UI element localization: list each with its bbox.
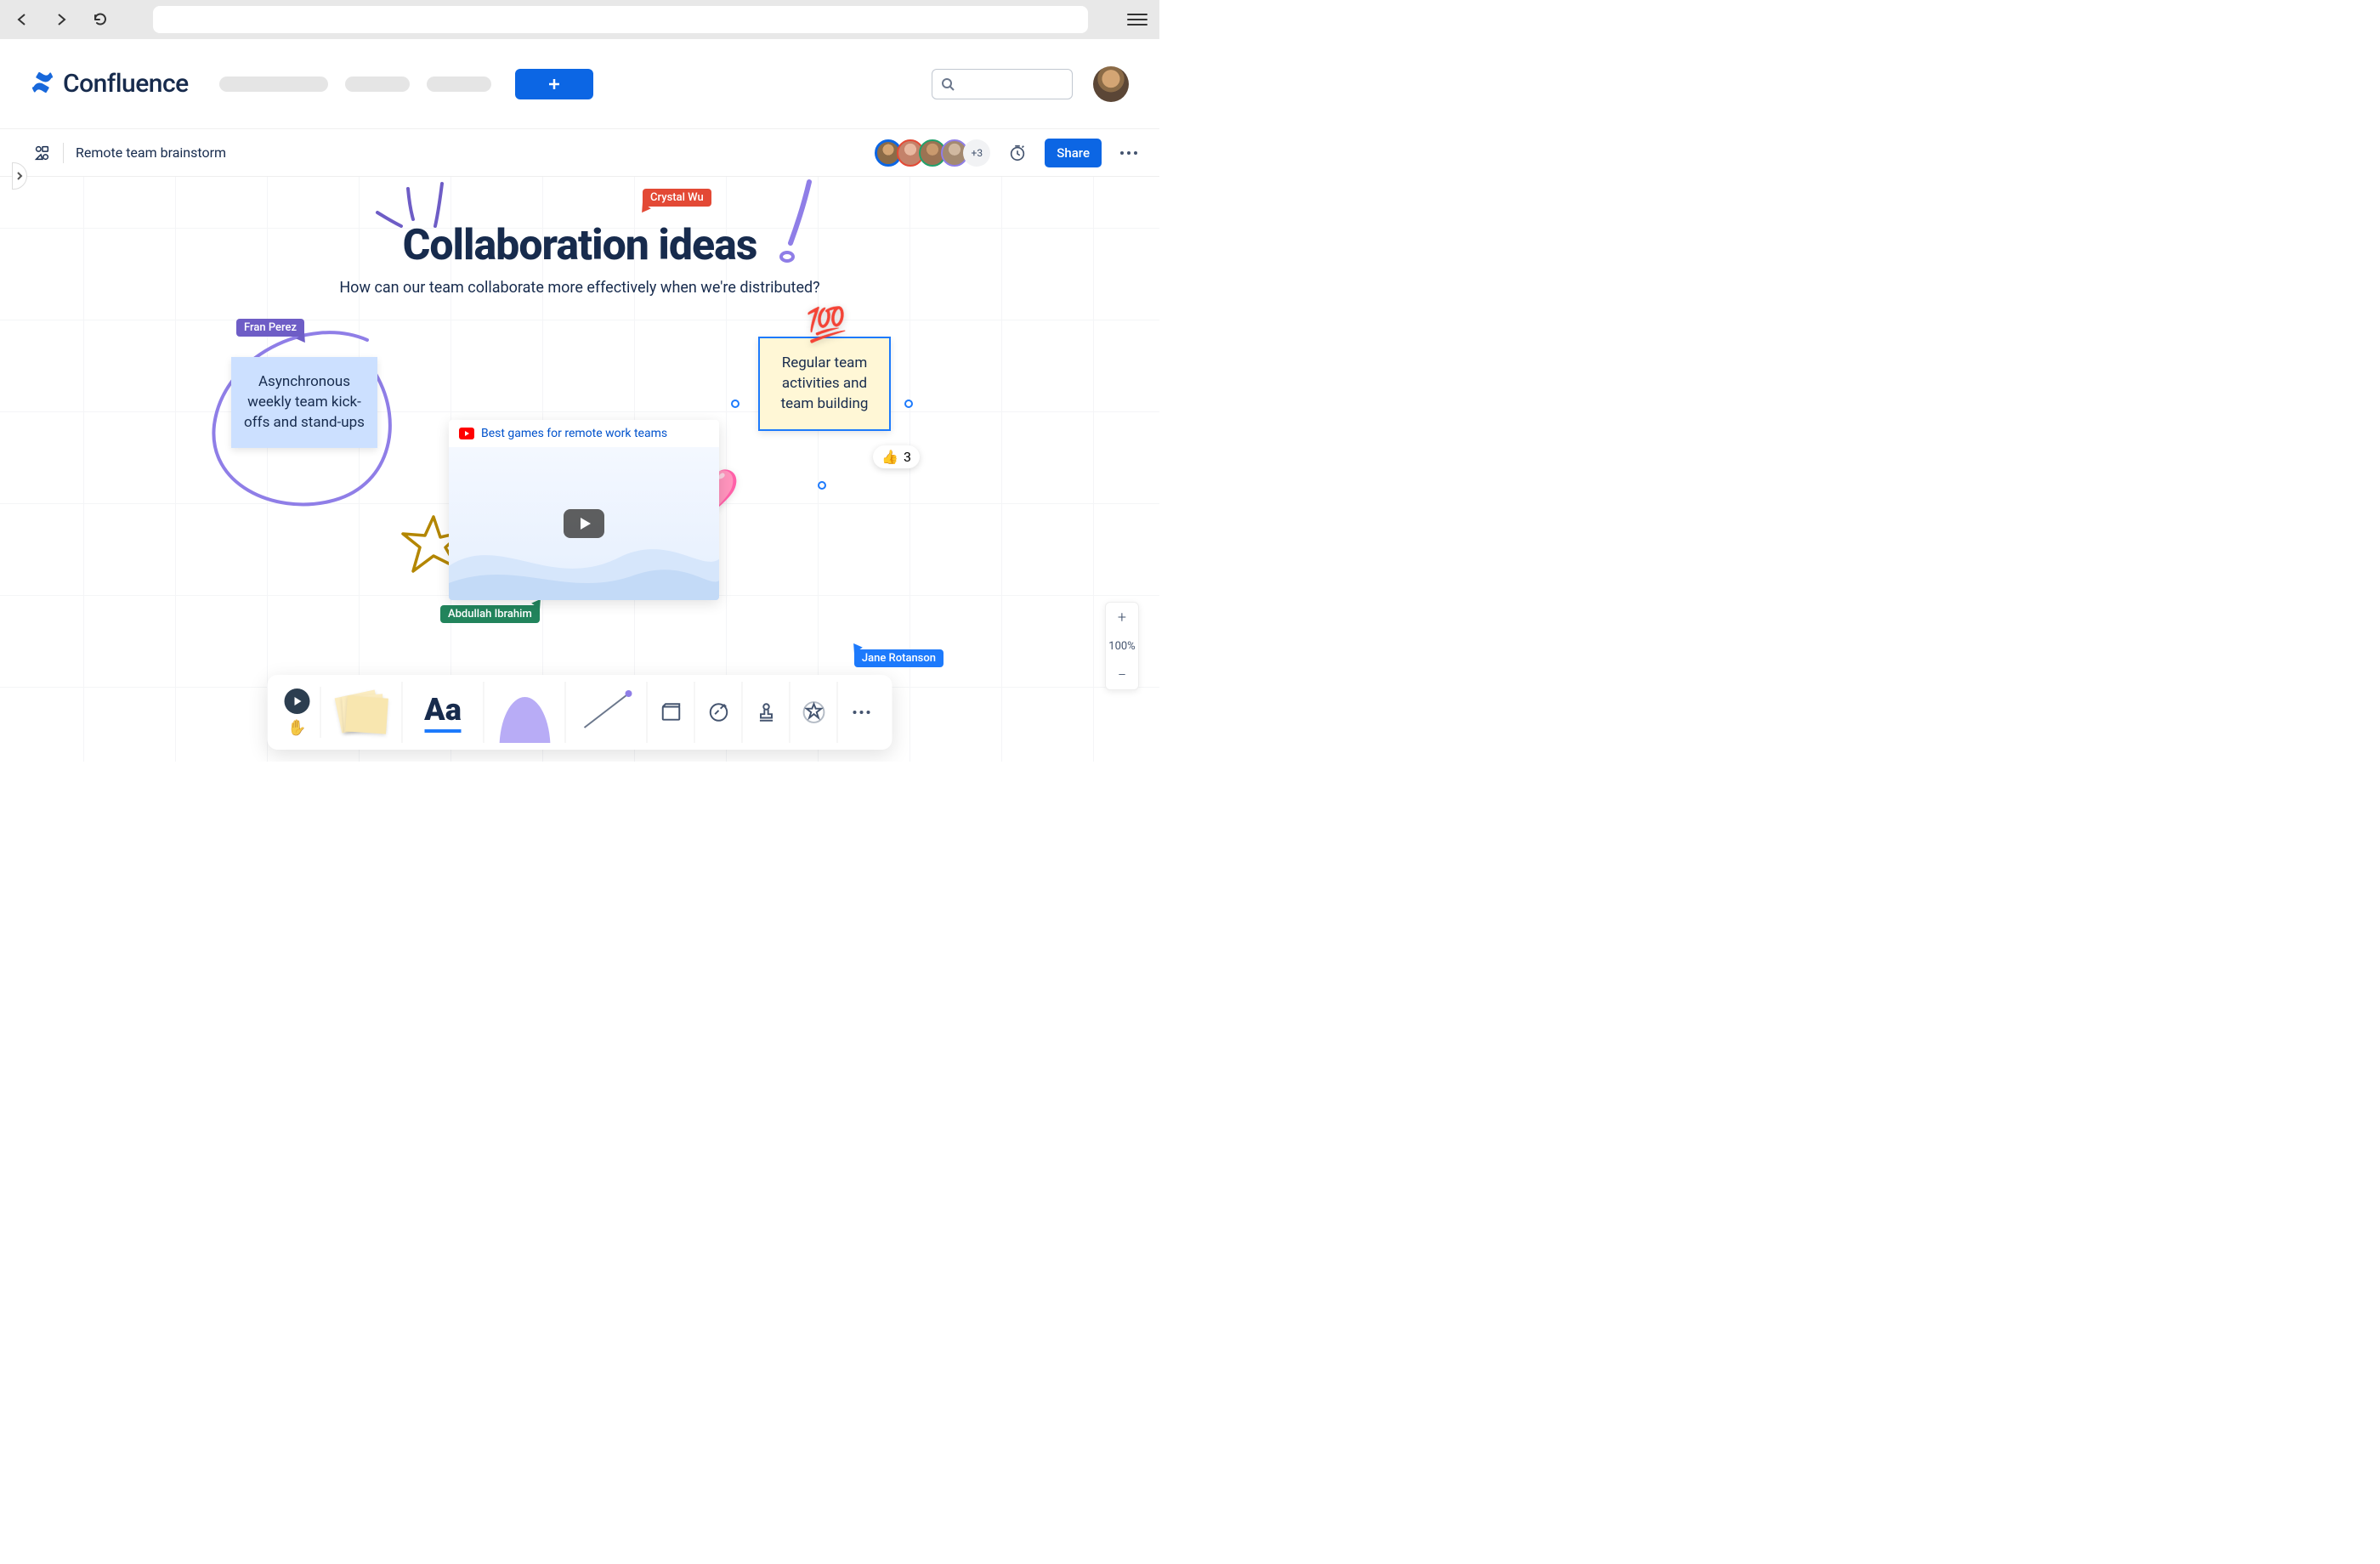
whiteboard-header: Remote team brainstorm +3 Share	[0, 129, 1159, 177]
sticky-note-yellow[interactable]: Regular team activities and team buildin…	[758, 337, 891, 431]
selection-handle[interactable]	[818, 481, 826, 490]
share-button[interactable]: Share	[1045, 139, 1102, 167]
presence-overflow[interactable]: +3	[963, 139, 990, 167]
whiteboard-toolbar: ✋ Aa	[268, 675, 892, 750]
nav-item-placeholder[interactable]	[345, 76, 410, 92]
video-title: Best games for remote work teams	[481, 427, 667, 440]
stamp-tool[interactable]	[743, 682, 790, 743]
mode-tools: ✋	[275, 687, 321, 738]
browser-menu-button[interactable]	[1127, 9, 1148, 30]
more-actions-button[interactable]	[1115, 139, 1142, 167]
whiteboard-canvas[interactable]: Collaboration ideas How can our team col…	[0, 177, 1159, 762]
zoom-out-button[interactable]: −	[1106, 660, 1138, 689]
create-button[interactable]	[515, 69, 593, 99]
canvas-subtitle: How can our team collaborate more effect…	[325, 279, 835, 297]
confluence-logo[interactable]: Confluence	[31, 69, 189, 99]
sticker-tool[interactable]	[790, 682, 838, 743]
section-tool[interactable]	[648, 682, 695, 743]
reaction-pill[interactable]: 👍 3	[873, 445, 920, 468]
whiteboard-icon	[32, 144, 51, 162]
selection-handle[interactable]	[904, 400, 913, 408]
play-button[interactable]	[564, 509, 604, 538]
cursor-label-jane: Jane Rotanson	[854, 649, 944, 667]
presence-avatars: +3	[875, 139, 990, 167]
shape-tool[interactable]	[484, 682, 566, 743]
sticker-hundred[interactable]: 💯	[805, 304, 848, 345]
reaction-emoji: 👍	[881, 449, 898, 465]
cursor-label-abdullah: Abdullah Ibrahim	[440, 605, 540, 623]
cursor-label-fran: Fran Perez	[236, 319, 304, 337]
video-embed[interactable]: Best games for remote work teams	[449, 420, 719, 600]
zoom-in-button[interactable]: +	[1106, 603, 1138, 632]
line-tool[interactable]	[566, 682, 648, 743]
youtube-icon	[459, 428, 474, 439]
nav-item-placeholder[interactable]	[219, 76, 328, 92]
browser-forward-button[interactable]	[51, 9, 71, 30]
browser-back-button[interactable]	[12, 9, 32, 30]
search-input[interactable]	[932, 69, 1073, 99]
presentation-tool[interactable]	[285, 688, 310, 714]
zoom-level[interactable]: 100%	[1106, 632, 1138, 660]
nav-item-placeholder[interactable]	[427, 76, 491, 92]
search-icon	[941, 77, 955, 91]
whiteboard-title[interactable]: Remote team brainstorm	[76, 144, 226, 161]
selection-handle[interactable]	[731, 400, 740, 408]
browser-chrome	[0, 0, 1159, 39]
canvas-title: Collaboration ideas	[325, 221, 835, 270]
sticky-note-blue[interactable]: Asynchronous weekly team kick-offs and s…	[231, 357, 377, 448]
pan-tool[interactable]: ✋	[287, 719, 306, 737]
profile-avatar[interactable]	[1093, 66, 1129, 102]
nav-skeleton	[219, 76, 491, 92]
text-tool[interactable]: Aa	[403, 682, 484, 743]
timer-button[interactable]	[1004, 139, 1031, 167]
app-name: Confluence	[63, 69, 189, 99]
browser-reload-button[interactable]	[90, 9, 110, 30]
smart-link-tool[interactable]	[695, 682, 743, 743]
browser-address-bar[interactable]	[153, 6, 1088, 33]
more-tools-button[interactable]	[838, 682, 886, 743]
confluence-icon	[31, 71, 54, 98]
canvas-heading[interactable]: Collaboration ideas How can our team col…	[325, 221, 835, 297]
sticky-note-tool[interactable]	[321, 682, 403, 743]
cursor-label-crystal: Crystal Wu	[643, 189, 711, 207]
zoom-controls: + 100% −	[1105, 602, 1139, 690]
reaction-count: 3	[904, 449, 911, 465]
app-header: Confluence	[0, 39, 1159, 129]
